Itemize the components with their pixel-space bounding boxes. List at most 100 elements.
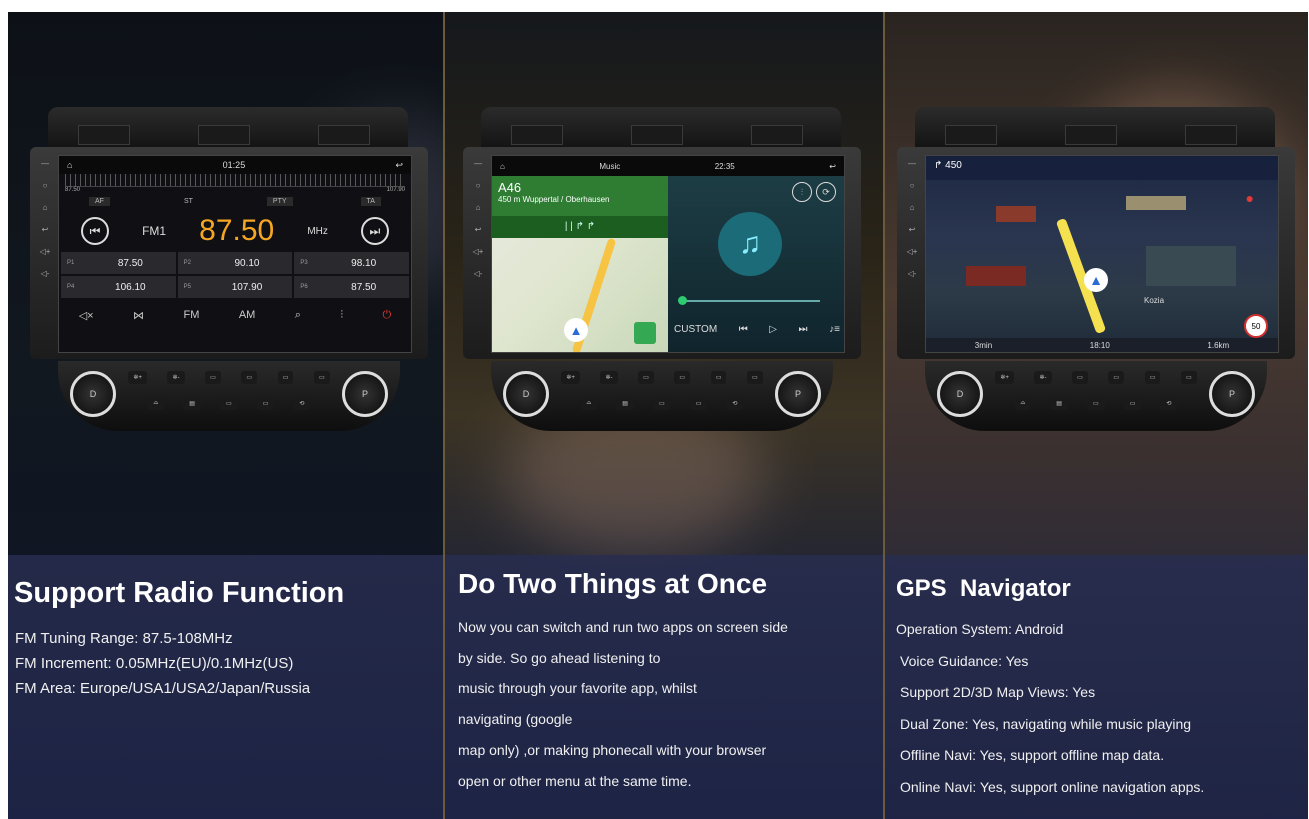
side-key[interactable]: ◁+ — [905, 247, 919, 269]
defrost-front-icon[interactable]: ⌓ — [147, 397, 165, 410]
seek-back-icon[interactable]: ⏮ — [81, 217, 109, 245]
defrost-front-icon[interactable]: ⌓ — [1014, 397, 1032, 410]
recirculate-icon[interactable]: ⟲ — [726, 397, 744, 410]
side-key[interactable]: ○ — [905, 181, 919, 203]
climate-button[interactable]: ▭ — [689, 397, 708, 410]
home-icon[interactable]: ⌂ — [67, 160, 72, 170]
progress-handle[interactable] — [678, 296, 687, 305]
passenger-temp-knob[interactable]: P — [342, 371, 388, 417]
tag-pty[interactable]: PTY — [266, 197, 293, 206]
progress-track[interactable] — [680, 300, 820, 302]
search-icon[interactable]: ⌕ — [295, 309, 301, 322]
side-key[interactable]: ◁- — [471, 269, 485, 291]
navigation-pane[interactable]: A46 450 m Wuppertal / Oberhausen | | ↱ ↱… — [492, 176, 668, 352]
side-key[interactable]: — — [471, 159, 485, 181]
passenger-temp-knob[interactable]: P — [1209, 371, 1255, 417]
equalizer-icon[interactable]: ⫶ — [340, 309, 343, 322]
side-key[interactable]: ◁- — [38, 269, 52, 291]
climate-button[interactable]: ▭ — [1087, 397, 1105, 410]
fan-down-button[interactable]: ✲- — [167, 371, 185, 384]
fan-up-button[interactable]: ✲+ — [561, 371, 580, 384]
climate-button[interactable]: ▭ — [256, 397, 275, 410]
side-key[interactable]: ◁- — [905, 269, 919, 291]
driver-temp-knob[interactable]: D — [937, 371, 983, 417]
side-key[interactable]: — — [905, 159, 919, 181]
split-head-unit: — ○ ⌂ ↩ ◁+ ◁- ⌂ Music 22:35 ↩ A46 450 m … — [463, 107, 861, 437]
climate-button[interactable]: ▭ — [241, 371, 258, 384]
eq-mode-button[interactable]: CUSTOM — [674, 324, 717, 335]
preset-grid: P1 87.50 P2 90.10 P3 98.10 P4 106.10 P5 107.9… — [59, 252, 411, 298]
climate-button[interactable]: ▭ — [314, 371, 330, 384]
fan-down-button[interactable]: ✲- — [600, 371, 618, 384]
side-key[interactable]: ↩ — [38, 225, 52, 247]
fan-up-button[interactable]: ✲+ — [995, 371, 1014, 384]
climate-button[interactable]: ▭ — [1072, 371, 1088, 384]
previous-icon[interactable]: ⏮ — [739, 324, 748, 335]
radio-tags: AF ST PTY TA — [59, 193, 411, 210]
am-button[interactable]: AM — [239, 309, 256, 321]
seek-forward-icon[interactable]: ⏭ — [360, 217, 389, 245]
side-key[interactable]: ○ — [471, 181, 485, 203]
preset-button[interactable]: P3 98.10 — [294, 252, 409, 274]
maps-app-icon[interactable] — [634, 322, 656, 344]
side-key[interactable]: ◁+ — [471, 247, 485, 269]
street-label: Kozia — [1144, 296, 1165, 305]
climate-button[interactable]: ▭ — [1144, 371, 1161, 384]
climate-button[interactable]: ▭ — [638, 371, 654, 384]
shuffle-icon[interactable]: ⋈ — [133, 309, 144, 322]
back-icon[interactable]: ↩ — [395, 160, 403, 171]
side-key[interactable]: ◁+ — [38, 247, 52, 269]
climate-button[interactable]: ▭ — [674, 371, 691, 384]
climate-button[interactable]: ▭ — [653, 397, 671, 410]
climate-button[interactable]: ▭ — [277, 371, 294, 384]
description-line: by side. So go ahead listening to — [458, 649, 661, 666]
gps-map[interactable]: ▲ ↱ 450 Kozia 50 ● 3min 18:10 1.6km — [926, 156, 1278, 352]
side-key[interactable]: ↩ — [905, 225, 919, 247]
recirculate-icon[interactable]: ⟲ — [1160, 397, 1178, 410]
side-key[interactable]: ○ — [38, 181, 52, 203]
playlist-icon[interactable]: ♪≡ — [829, 324, 840, 335]
preset-button[interactable]: P6 87.50 — [294, 276, 409, 298]
side-key[interactable]: ⌂ — [905, 203, 919, 225]
side-key[interactable]: ⌂ — [38, 203, 52, 225]
climate-button[interactable]: ▭ — [220, 397, 238, 410]
tag-ta[interactable]: TA — [360, 197, 381, 206]
home-icon[interactable]: ⌂ — [500, 162, 505, 171]
mute-icon[interactable]: ◁× — [79, 309, 94, 322]
tuning-scale[interactable] — [65, 174, 405, 187]
gps-screen: ▲ ↱ 450 Kozia 50 ● 3min 18:10 1.6km — [925, 155, 1279, 353]
preset-button[interactable]: P4 106.10 — [61, 276, 176, 298]
fm-button[interactable]: FM — [183, 309, 199, 321]
side-key[interactable]: — — [38, 159, 52, 181]
preset-button[interactable]: P1 87.50 — [61, 252, 176, 274]
driver-temp-knob[interactable]: D — [503, 371, 549, 417]
preset-button[interactable]: P5 107.90 — [177, 276, 293, 298]
passenger-temp-knob[interactable]: P — [775, 371, 821, 417]
repeat-icon[interactable]: ⟳ — [816, 182, 836, 202]
road-name: A46 — [498, 180, 522, 195]
tag-af[interactable]: AF — [89, 197, 110, 206]
side-key[interactable]: ↩ — [471, 225, 485, 247]
climate-button[interactable]: ▭ — [205, 371, 221, 384]
defrost-rear-icon[interactable]: ▤ — [183, 397, 201, 410]
next-icon[interactable]: ⏭ — [799, 324, 808, 335]
fan-down-button[interactable]: ✲- — [1034, 371, 1052, 384]
driver-temp-knob[interactable]: D — [70, 371, 116, 417]
defrost-rear-icon[interactable]: ▤ — [616, 397, 634, 410]
defrost-rear-icon[interactable]: ▤ — [1050, 397, 1068, 410]
defrost-front-icon[interactable]: ⌓ — [580, 397, 598, 410]
climate-button[interactable]: ▭ — [1108, 371, 1125, 384]
equalizer-icon[interactable]: ⫶ — [792, 182, 812, 202]
preset-button[interactable]: P2 90.10 — [177, 252, 293, 274]
side-key[interactable]: ⌂ — [471, 203, 485, 225]
destination-pin-icon: ● — [1245, 190, 1254, 206]
climate-button[interactable]: ▭ — [1181, 371, 1197, 384]
climate-button[interactable]: ▭ — [747, 371, 763, 384]
climate-button[interactable]: ▭ — [1123, 397, 1142, 410]
recirculate-icon[interactable]: ⟲ — [293, 397, 311, 410]
power-icon[interactable]: ⏻ — [383, 309, 392, 322]
play-icon[interactable]: ▷ — [769, 324, 777, 335]
climate-button[interactable]: ▭ — [710, 371, 727, 384]
back-icon[interactable]: ↩ — [829, 162, 836, 171]
fan-up-button[interactable]: ✲+ — [128, 371, 147, 384]
